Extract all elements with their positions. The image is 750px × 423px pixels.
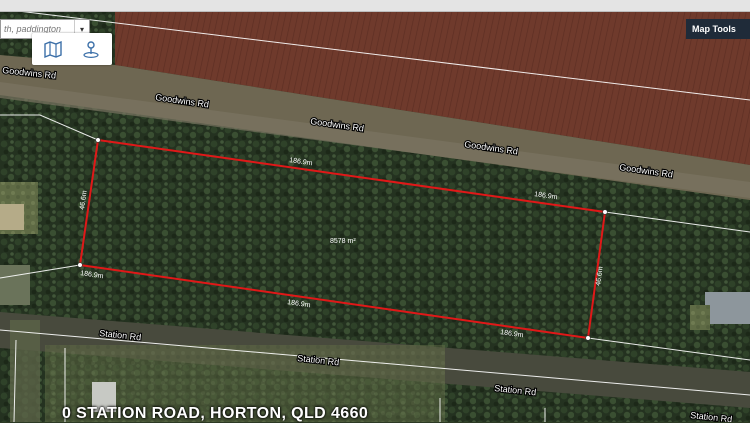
house-roof-right — [705, 292, 750, 324]
vertex-marker — [95, 137, 101, 143]
satellite-map[interactable]: 186.9m 186.9m 186.9m 186.9m 186.9m 46.6m… — [0, 0, 750, 422]
property-address: 0 STATION ROAD, HORTON, QLD 4660 — [62, 405, 369, 422]
house-roof-left — [0, 204, 24, 230]
map-tools-button[interactable]: Map Tools — [686, 19, 750, 39]
vertex-marker — [602, 209, 608, 215]
parcel-area-label: 8578 m² — [330, 238, 356, 245]
browser-toolbar-strip — [0, 0, 750, 12]
map-layers-icon[interactable] — [40, 37, 66, 61]
location-pin-icon[interactable] — [78, 37, 104, 61]
vertex-marker — [77, 262, 83, 268]
vertex-marker — [585, 335, 591, 341]
map-toolbar — [32, 33, 112, 65]
